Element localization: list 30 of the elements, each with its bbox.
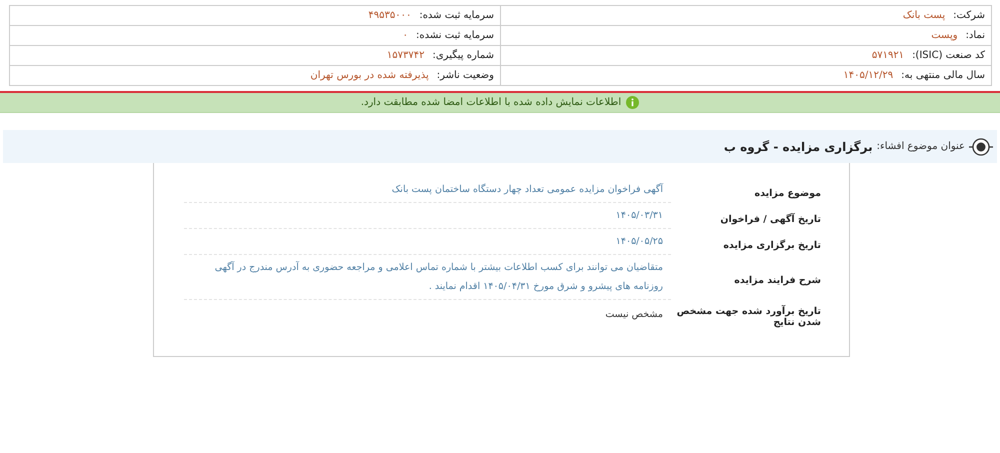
field-label: وضعیت ناشر: [436,70,494,81]
info-icon [626,96,640,109]
detail-label: تاریخ آگهی / فراخوان [719,212,821,224]
field-label: شرکت: [953,10,985,21]
detail-value: آگهی فراخوان مزایده عمومی تعداد چهار دستگاه ساختمان پست بانک [184,177,671,203]
detail-label: تاریخ برگزاری مزایده [722,238,821,250]
title-label: عنوان موضوع افشاء: [876,141,965,152]
field-value: ۱۵۷۳۷۴۲ [386,50,424,61]
detail-label: تاریخ برآورد شده جهت مشخص شدن نتایج [676,304,821,328]
disclosure-title: برگزاری مزایده - گروه ب [724,140,873,154]
field-label: سال مالی منتهی به: [901,70,985,81]
detail-value: ۱۴۰۵/۰۳/۳۱ [184,203,671,229]
detail-value: متقاضیان می توانند برای کسب اطلاعات بیشتر با شماره تماس اعلامی و مراجعه حضوری به آدرس مندرج در آگهی روزنامه های پیشرو و شرق مورخ ۱۴۰۵/۰۴/۳۱ اقدام نمایند . [184,255,671,300]
field-value: پذیرفته شده در بورس تهران [310,70,429,81]
detail-value: مشخص نیست [604,308,664,322]
field-value: ۴۹۵۳۵۰۰۰ [368,10,412,21]
field-label: نماد: [966,30,985,41]
field-label: شماره پیگیری: [432,50,494,61]
field-label: سرمایه ثبت نشده: [416,30,494,41]
field-value: ۵۷۱۹۲۱ [872,50,904,61]
field-value: ۰ [402,30,408,41]
field-label: کد صنعت (ISIC): [912,50,985,61]
field-value: ۱۴۰۵/۱۲/۲۹ [843,70,894,81]
detail-label: موضوع مزایده [754,186,821,198]
detail-label: شرح فرایند مزایده [733,274,821,286]
field-value: پست بانک [902,10,946,21]
detail-value: ۱۴۰۵/۰۵/۲۵ [184,229,671,255]
field-value: وپست [931,30,958,41]
notice-text: اطلاعات نمایش داده شده با اطلاعات امضا شده مطابقت دارد. [360,97,622,108]
field-label: سرمایه ثبت شده: [419,10,494,21]
